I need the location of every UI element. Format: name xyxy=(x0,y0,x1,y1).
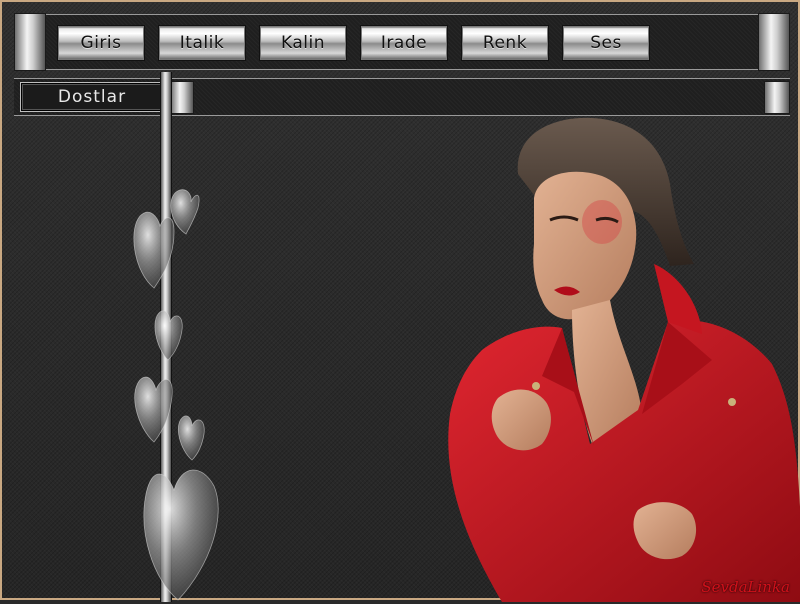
renk-button[interactable]: Renk xyxy=(461,25,549,61)
heart-icon xyxy=(170,189,200,235)
heart-icon xyxy=(154,310,183,361)
formatting-toolbar: Giris Italik Kalin Irade Renk Ses xyxy=(14,13,790,71)
toolbar-left-cap xyxy=(14,13,46,71)
ses-button[interactable]: Ses xyxy=(562,25,650,61)
italik-button[interactable]: Italik xyxy=(158,25,246,61)
italik-button-label: Italik xyxy=(179,33,225,53)
irade-button-label: Irade xyxy=(380,33,428,53)
friends-bar-right-cap xyxy=(764,81,790,114)
friends-bar: Dostlar xyxy=(14,78,790,116)
heart-icon xyxy=(134,376,173,443)
heart-icon xyxy=(178,415,205,461)
kalin-button[interactable]: Kalin xyxy=(259,25,347,61)
giris-button[interactable]: Giris xyxy=(57,25,145,61)
heart-icon xyxy=(133,211,175,289)
renk-button-label: Renk xyxy=(482,33,528,53)
ses-button-label: Ses xyxy=(590,33,622,53)
heart-icon xyxy=(143,469,219,601)
glass-hearts-decoration xyxy=(133,189,219,601)
toolbar-right-cap xyxy=(758,13,790,71)
kalin-button-label: Kalin xyxy=(281,33,325,53)
chat-window-frame: Giris Italik Kalin Irade Renk Ses Dostla… xyxy=(0,0,800,602)
friends-bar-slider-handle[interactable] xyxy=(170,81,194,114)
giris-button-label: Giris xyxy=(80,33,122,53)
irade-button[interactable]: Irade xyxy=(360,25,448,61)
artist-signature: SevdaLinka xyxy=(701,578,790,596)
dostlar-button[interactable]: Dostlar xyxy=(20,82,164,112)
dostlar-button-label: Dostlar xyxy=(57,87,127,107)
model-red-coat-image xyxy=(448,117,800,602)
